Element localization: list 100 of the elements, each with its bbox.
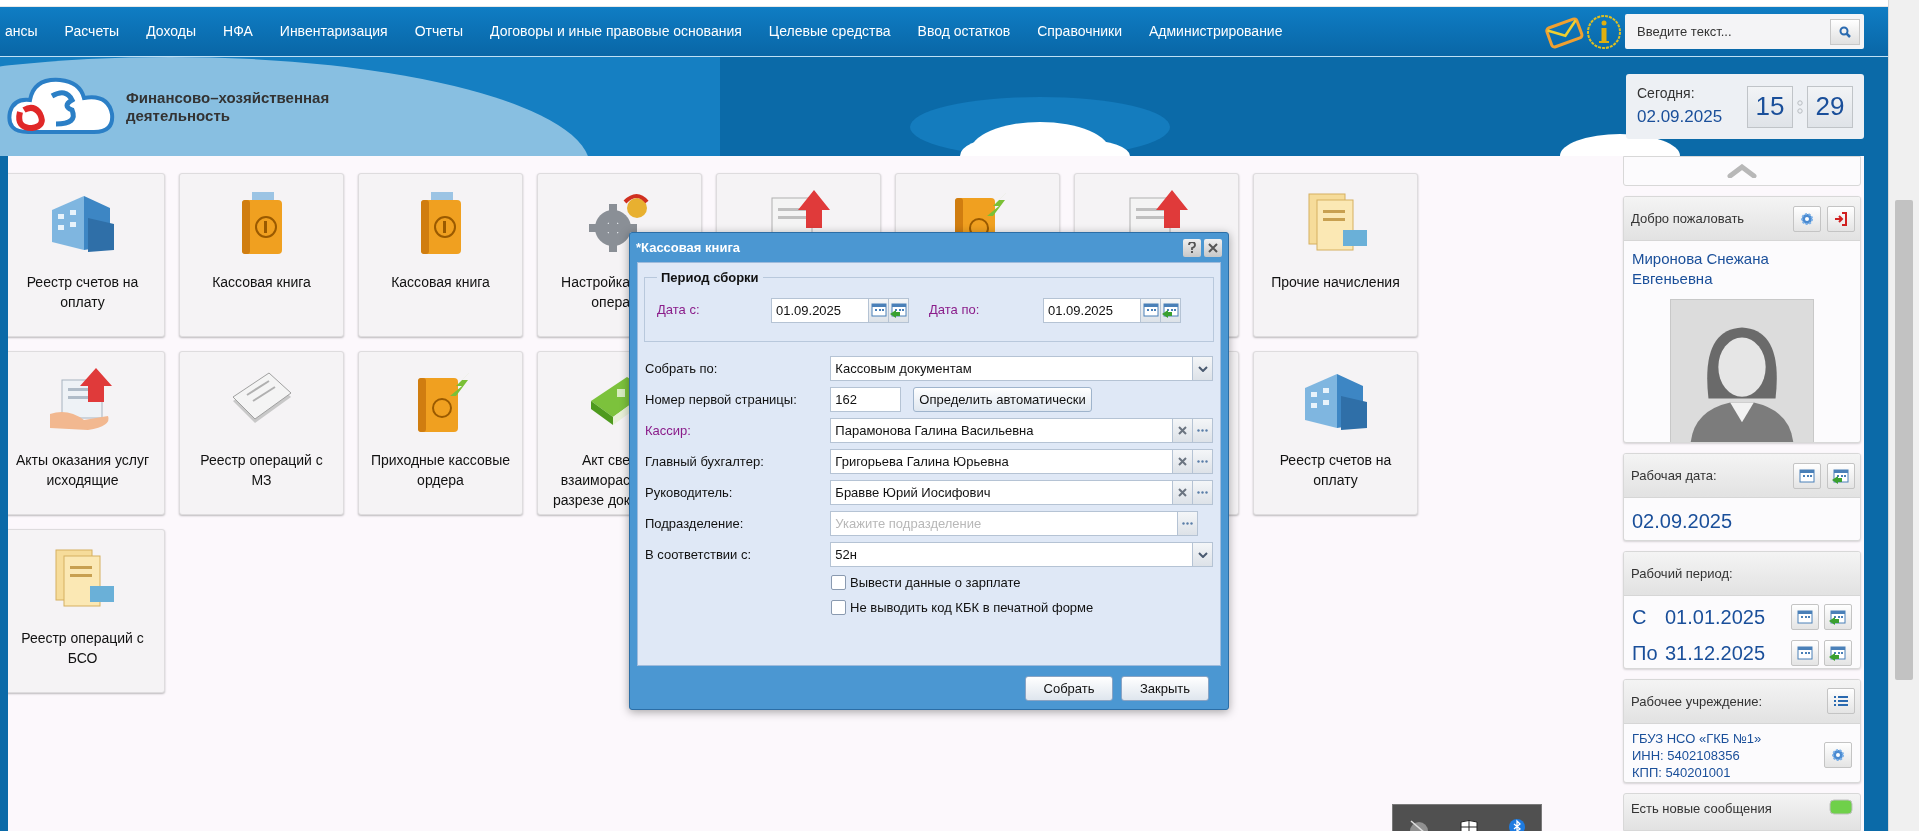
tile-label: Кассовая книга	[212, 273, 311, 292]
calendar-button[interactable]	[1791, 603, 1819, 630]
browse-button[interactable]	[1193, 480, 1213, 505]
clock-hours: 15	[1747, 85, 1793, 128]
tile[interactable]: Акты оказания услуг исходящие	[8, 351, 165, 515]
reset-date-button[interactable]	[1824, 603, 1852, 630]
gear-icon	[1800, 211, 1814, 226]
search-button[interactable]	[1830, 18, 1860, 45]
settings-button[interactable]	[1793, 205, 1821, 232]
logout-button[interactable]	[1827, 205, 1855, 232]
clear-button[interactable]	[1173, 480, 1193, 505]
app-title: Финансово–хозяйственная	[126, 88, 330, 107]
menu-item[interactable]: Расчеты	[64, 21, 120, 42]
tile[interactable]: Кассовая книга	[179, 173, 344, 337]
institution-info: ГБУЗ НСО «ГКБ №1»	[1632, 729, 1762, 747]
menu-item[interactable]: Ввод остатков	[917, 21, 1011, 42]
institution-info: ИНН: 5402108356	[1632, 746, 1741, 764]
search-icon	[1839, 25, 1851, 38]
checkbox-label: Вывести данные о зарплате	[850, 574, 1021, 592]
search-field[interactable]: Введите текст...	[1625, 14, 1864, 49]
tile-label: Прочие начисления	[1271, 273, 1400, 292]
field-label: Кассир:	[645, 421, 692, 440]
close-icon	[1178, 457, 1187, 466]
calendar-button[interactable]	[1793, 462, 1821, 489]
lookup-field[interactable]: Григорьева Галина Юрьевна	[830, 449, 1173, 474]
date-field[interactable]: 01.09.2025	[1043, 297, 1141, 323]
close-icon	[1178, 426, 1187, 435]
menu-item[interactable]: Справочники	[1037, 21, 1122, 42]
dialog-button[interactable]: Закрыть	[1121, 676, 1209, 701]
dropdown-field[interactable]: 52н	[830, 542, 1213, 567]
user-name: Миронова Снежана Евгеньевна	[1632, 249, 1770, 289]
tile-label: Кассовая книга	[391, 273, 490, 292]
info-icon[interactable]	[1586, 13, 1622, 50]
tile[interactable]: Реестр счетов на оплату	[1253, 351, 1418, 515]
tile-label: Акт све	[582, 451, 630, 470]
tile-label: Реестр операций с	[21, 629, 144, 648]
app-title: деятельность	[126, 106, 231, 125]
list-button[interactable]	[1827, 688, 1855, 715]
reset-date-button[interactable]	[889, 297, 909, 323]
panel-title: Есть новые сообщения	[1631, 799, 1772, 818]
menu-item[interactable]: Отчеты	[414, 21, 464, 42]
tile[interactable]: Реестр операций с БСО	[8, 529, 165, 693]
panel-title: Рабочая дата:	[1630, 467, 1717, 486]
close-icon	[1178, 488, 1187, 497]
tile[interactable]: Реестр операций с МЗ	[179, 351, 344, 515]
calendar-button[interactable]	[1141, 297, 1161, 323]
tile-label: Акты оказания услуг	[15, 451, 150, 470]
tile[interactable]: Приходные кассовые ордера	[358, 351, 523, 515]
menu-item[interactable]: ансы	[5, 21, 38, 42]
date-field[interactable]: 01.09.2025	[771, 297, 869, 323]
lookup-field[interactable]: Парамонова Галина Васильевна	[830, 418, 1173, 443]
menu-item[interactable]: Целевые средства	[768, 21, 891, 42]
dialog-button[interactable]: Собрать	[1025, 676, 1113, 701]
calendar-icon	[1796, 644, 1814, 661]
menu-item[interactable]: Инвентаризация	[279, 21, 388, 42]
auto-detect-button[interactable]: Определить автоматически	[913, 387, 1092, 412]
period-prefix: По	[1632, 640, 1659, 666]
tile-label: МЗ	[251, 471, 272, 490]
tile[interactable]: Кассовая книга	[358, 173, 523, 337]
calendar-icon	[1798, 467, 1816, 484]
logout-icon	[1834, 211, 1848, 226]
scrollbar-thumb[interactable]	[1895, 200, 1913, 680]
dropdown-field[interactable]: Кассовым документам	[830, 356, 1213, 381]
calendar-icon	[1141, 302, 1160, 318]
menu-item[interactable]: Доходы	[146, 21, 196, 42]
close-button[interactable]	[1204, 238, 1222, 257]
menu-item[interactable]: Администрирование	[1148, 21, 1283, 42]
envelope-icon[interactable]	[1544, 14, 1584, 49]
browse-button[interactable]	[1193, 449, 1213, 474]
checkbox[interactable]	[831, 575, 846, 591]
browse-button[interactable]	[1178, 511, 1198, 536]
settings-button[interactable]	[1824, 742, 1852, 769]
menu-item[interactable]: НФА	[223, 21, 253, 42]
number-field[interactable]: 162	[830, 387, 902, 412]
reset-date-button[interactable]	[1161, 297, 1181, 323]
field-label: Подразделение:	[645, 514, 745, 533]
period-date: 01.01.2025	[1665, 604, 1767, 630]
tile-label: оплату	[60, 293, 105, 312]
calendar-icon	[869, 302, 888, 318]
tile[interactable]: Прочие начисления	[1253, 173, 1418, 337]
tile[interactable]: Реестр счетов на оплату	[8, 173, 165, 337]
help-button[interactable]	[1183, 238, 1201, 257]
field-label: В соответствии с:	[645, 545, 753, 564]
tile-label: Настройка	[561, 273, 630, 292]
browse-button[interactable]	[1193, 418, 1213, 443]
reset-date-button[interactable]	[1827, 462, 1855, 489]
tile-label: Реестр счетов на	[26, 273, 139, 292]
checkbox[interactable]	[831, 599, 846, 615]
calendar-button[interactable]	[869, 297, 889, 323]
reset-date-button[interactable]	[1824, 639, 1852, 666]
calendar-button[interactable]	[1791, 639, 1819, 666]
institution-info: КПП: 540201001	[1632, 763, 1732, 781]
clear-button[interactable]	[1173, 418, 1193, 443]
menu-item[interactable]: Договоры и иные правовые основания	[490, 21, 742, 42]
list-icon	[1834, 695, 1848, 708]
calendar-icon	[1796, 608, 1814, 625]
today-label: Сегодня:	[1637, 84, 1696, 104]
ellipsis-icon	[1182, 522, 1193, 525]
clear-button[interactable]	[1173, 449, 1193, 474]
lookup-field[interactable]: Бравве Юрий Иосифович	[830, 480, 1173, 505]
